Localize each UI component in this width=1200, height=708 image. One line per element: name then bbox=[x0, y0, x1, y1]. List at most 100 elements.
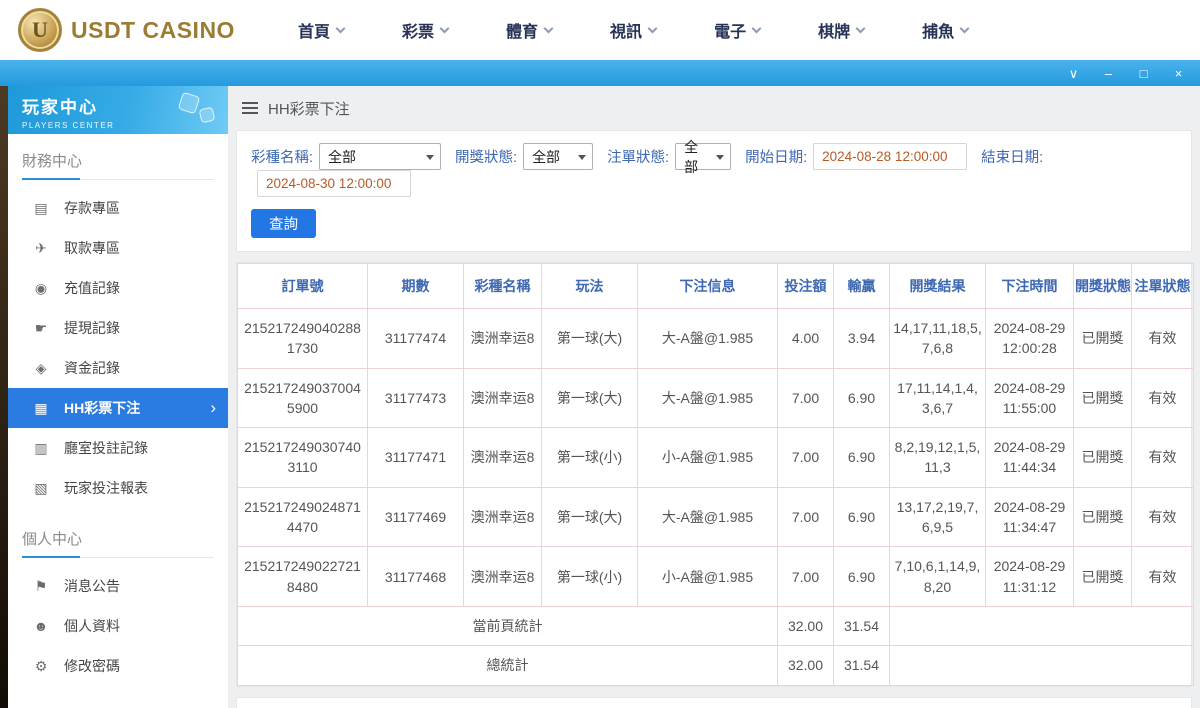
sidebar-item-label: 玩家投注報表 bbox=[64, 478, 148, 498]
brand-name: USDT CASINO bbox=[71, 17, 235, 44]
recharge-record-icon: ◉ bbox=[32, 280, 50, 297]
sidebar-item-change-password[interactable]: ⚙ 修改密碼 bbox=[8, 646, 228, 686]
table-cell: 6.90 bbox=[834, 487, 890, 547]
nav-item-label: 捕魚 bbox=[922, 18, 954, 42]
sidebar-item-player-bet-report[interactable]: ▧ 玩家投注報表 bbox=[8, 468, 228, 508]
table-cell: 31177473 bbox=[368, 368, 464, 428]
main-nav: 首頁 彩票 體育 視訊 電子 棋牌 bbox=[298, 18, 1026, 42]
section-title-personal: 個人中心 bbox=[22, 528, 214, 558]
sidebar-item-hall-bet-record[interactable]: ▥ 廳室投註記錄 bbox=[8, 428, 228, 468]
table-cell: 澳洲幸运8 bbox=[464, 309, 542, 369]
end-date-label: 結束日期: bbox=[981, 146, 1043, 167]
column-header: 下注時間 bbox=[986, 264, 1074, 309]
table-cell: 第一球(大) bbox=[542, 487, 638, 547]
table-cell: 大-A盤@1.985 bbox=[638, 487, 778, 547]
lottery-name-select[interactable]: 全部 bbox=[319, 143, 441, 170]
nav-item-live[interactable]: 視訊 bbox=[610, 18, 656, 42]
summary-winloss-total: 31.54 bbox=[834, 606, 890, 645]
window-close-icon[interactable]: × bbox=[1171, 67, 1186, 80]
column-header: 訂單號 bbox=[238, 264, 368, 309]
table-cell: 7,10,6,1,14,9,8,20 bbox=[890, 547, 986, 607]
table-header-row: 訂單號 期數 彩種名稱 玩法 下注信息 投注額 輸贏 開獎結果 下注時間 開獎狀… bbox=[238, 264, 1194, 309]
sidebar-item-announcements[interactable]: ⚑ 消息公告 bbox=[8, 566, 228, 606]
brand-logo[interactable]: U USDT CASINO bbox=[18, 8, 256, 52]
chevron-down-icon bbox=[752, 23, 762, 33]
sidebar-item-deposit[interactable]: ▤ 存款專區 bbox=[8, 188, 228, 228]
column-header: 期數 bbox=[368, 264, 464, 309]
table-cell: 7.00 bbox=[778, 487, 834, 547]
sidebar-item-recharge-record[interactable]: ◉ 充值記錄 bbox=[8, 268, 228, 308]
table-row: 2152172490248714470 31177469 澳洲幸运8 第一球(大… bbox=[238, 487, 1194, 547]
table-cell: 3.94 bbox=[834, 309, 890, 369]
column-header: 玩法 bbox=[542, 264, 638, 309]
summary-empty-cell bbox=[890, 646, 1194, 685]
brand-coin-letter: U bbox=[32, 17, 48, 43]
nav-item-slots[interactable]: 電子 bbox=[714, 18, 760, 42]
table-cell: 有效 bbox=[1132, 428, 1194, 488]
nav-item-fishing[interactable]: 捕魚 bbox=[922, 18, 968, 42]
window-minimize-icon[interactable]: – bbox=[1101, 67, 1116, 80]
table-cell: 已開獎 bbox=[1074, 547, 1132, 607]
hall-bet-record-icon: ▥ bbox=[32, 440, 50, 457]
table-cell: 2024-08-29 11:55:00 bbox=[986, 368, 1074, 428]
table-cell: 小-A盤@1.985 bbox=[638, 428, 778, 488]
table-cell: 2024-08-29 11:34:47 bbox=[986, 487, 1074, 547]
sidebar-background-strip bbox=[0, 86, 8, 708]
player-bet-report-icon: ▧ bbox=[32, 480, 50, 497]
order-status-select[interactable]: 全部 bbox=[675, 143, 731, 170]
table-cell: 2152172490227218480 bbox=[238, 547, 368, 607]
window-collapse-icon[interactable]: ∨ bbox=[1066, 67, 1081, 80]
chevron-down-icon bbox=[856, 23, 866, 33]
nav-item-boardgames[interactable]: 棋牌 bbox=[818, 18, 864, 42]
window-maximize-icon[interactable]: □ bbox=[1136, 67, 1151, 80]
table-cell: 31177469 bbox=[368, 487, 464, 547]
menu-toggle-icon[interactable] bbox=[242, 102, 258, 114]
lottery-bets-icon: ▦ bbox=[32, 400, 50, 417]
top-navbar: U USDT CASINO 首頁 彩票 體育 視訊 電子 bbox=[0, 0, 1200, 60]
table-cell: 大-A盤@1.985 bbox=[638, 309, 778, 369]
sidebar-item-label: 廳室投註記錄 bbox=[64, 438, 148, 458]
table-cell: 第一球(小) bbox=[542, 428, 638, 488]
app-window: U USDT CASINO 首頁 彩票 體育 視訊 電子 bbox=[0, 0, 1200, 708]
nav-item-lottery[interactable]: 彩票 bbox=[402, 18, 448, 42]
order-status-label: 注單狀態: bbox=[607, 146, 669, 167]
sidebar-item-withdrawal-record[interactable]: ☛ 提現記錄 bbox=[8, 308, 228, 348]
nav-item-home[interactable]: 首頁 bbox=[298, 18, 344, 42]
table-cell: 有效 bbox=[1132, 368, 1194, 428]
chevron-down-icon bbox=[336, 23, 346, 33]
user-icon: ☻ bbox=[32, 618, 50, 634]
nav-item-label: 電子 bbox=[714, 18, 746, 42]
table-cell: 7.00 bbox=[778, 547, 834, 607]
draw-status-label: 開獎狀態: bbox=[455, 146, 517, 167]
sidebar: 玩家中心 PLAYERS CENTER 財務中心 ▤ 存款專區 ✈ 取款專區 bbox=[0, 86, 228, 708]
column-header: 彩種名稱 bbox=[464, 264, 542, 309]
sidebar-item-hh-lottery-bets[interactable]: ▦ HH彩票下注 › bbox=[8, 388, 228, 428]
personal-menu: ⚑ 消息公告 ☻ 個人資料 ⚙ 修改密碼 bbox=[8, 558, 228, 690]
app-body: 玩家中心 PLAYERS CENTER 財務中心 ▤ 存款專區 ✈ 取款專區 bbox=[0, 86, 1200, 708]
sidebar-item-label: 存款專區 bbox=[64, 198, 120, 218]
search-button[interactable]: 查詢 bbox=[251, 209, 316, 238]
end-date-input[interactable] bbox=[257, 170, 411, 197]
chevron-down-icon bbox=[440, 23, 450, 33]
sidebar-item-label: 充值記錄 bbox=[64, 278, 120, 298]
summary-winloss-total: 31.54 bbox=[834, 646, 890, 685]
sidebar-item-withdraw[interactable]: ✈ 取款專區 bbox=[8, 228, 228, 268]
breadcrumb: HH彩票下注 bbox=[236, 86, 1192, 130]
sidebar-item-profile[interactable]: ☻ 個人資料 bbox=[8, 606, 228, 646]
table-cell: 2024-08-29 11:31:12 bbox=[986, 547, 1074, 607]
table-cell: 有效 bbox=[1132, 547, 1194, 607]
table-cell: 2152172490248714470 bbox=[238, 487, 368, 547]
withdrawal-record-icon: ☛ bbox=[32, 320, 50, 337]
table-cell: 已開獎 bbox=[1074, 368, 1132, 428]
sidebar-item-funds-record[interactable]: ◈ 資金記錄 bbox=[8, 348, 228, 388]
table-cell: 6.90 bbox=[834, 368, 890, 428]
draw-status-selected: 全部 bbox=[532, 147, 560, 167]
draw-status-select[interactable]: 全部 bbox=[523, 143, 593, 170]
table-row: 2152172490227218480 31177468 澳洲幸运8 第一球(小… bbox=[238, 547, 1194, 607]
section-title-finance: 財務中心 bbox=[22, 150, 214, 180]
summary-row-grand-total: 總統計 32.00 31.54 bbox=[238, 646, 1194, 685]
start-date-input[interactable] bbox=[813, 143, 967, 170]
column-header: 投注額 bbox=[778, 264, 834, 309]
nav-item-sports[interactable]: 體育 bbox=[506, 18, 552, 42]
table-cell: 7.00 bbox=[778, 368, 834, 428]
